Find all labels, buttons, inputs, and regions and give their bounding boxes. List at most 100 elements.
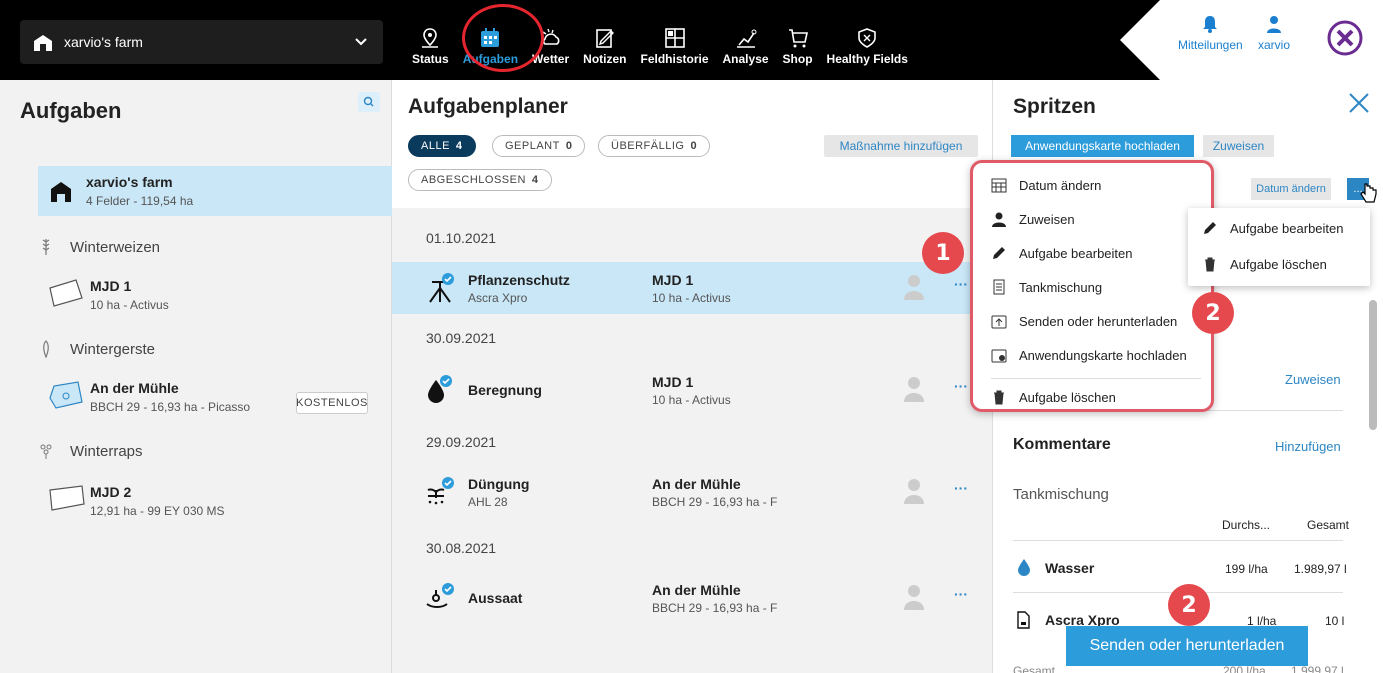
menu-change-date[interactable]: Datum ändern — [991, 177, 1101, 193]
menu-delete-task[interactable]: Aufgabe löschen — [991, 389, 1116, 405]
seeding-icon — [426, 583, 454, 608]
menu-item-label: Tankmischung — [1019, 279, 1103, 295]
sidebar-farm-item[interactable]: xarvio's farm 4 Felder - 119,54 ha — [38, 166, 392, 216]
crop-winterraps: Winterraps — [38, 442, 143, 460]
task-more-button[interactable]: ··· — [954, 586, 968, 602]
farm-detail: 4 Felder - 119,54 ha — [86, 194, 194, 208]
nav-analyse[interactable]: Analyse — [716, 10, 776, 66]
notifications-button[interactable]: Mitteilungen — [1178, 14, 1243, 52]
water-drop-icon — [1018, 559, 1030, 576]
menu-item-label: Aufgabe bearbeiten — [1019, 245, 1133, 261]
notifications-label: Mitteilungen — [1178, 38, 1243, 52]
add-measure-button[interactable]: Maßnahme hinzufügen — [824, 135, 978, 157]
task-more-button[interactable]: ··· — [954, 378, 968, 394]
assign-button[interactable]: Zuweisen — [1203, 135, 1274, 157]
menu-upload-map[interactable]: Anwendungskarte hochladen — [991, 347, 1187, 363]
tank-mix-title: Tankmischung — [1013, 486, 1109, 503]
mix-item-total: 1.989,97 l — [1294, 562, 1347, 576]
task-field-detail: 10 ha - Activus — [652, 291, 731, 305]
filter-overdue[interactable]: ÜBERFÄLLIG 0 — [598, 135, 711, 157]
user-button[interactable]: xarvio — [1258, 14, 1290, 52]
menu-item-label: Zuweisen — [1019, 211, 1075, 227]
sprayer-icon — [429, 273, 454, 303]
menu-item-label: Anwendungskarte hochladen — [1019, 347, 1187, 363]
annotation-number-2: 2 — [1192, 292, 1234, 334]
task-field: MJD 1 — [652, 272, 694, 288]
sidebar-title: Aufgaben — [20, 98, 122, 123]
top-bar: xarvio's farm Status Aufgaben Wetter Not… — [0, 0, 1383, 80]
nav-notizen[interactable]: Notizen — [576, 10, 633, 66]
task-more-button[interactable]: ··· — [954, 276, 968, 292]
planner-title: Aufgabenplaner — [408, 95, 568, 118]
menu-delete-task[interactable]: Aufgabe löschen — [1202, 256, 1327, 272]
upload-map-button[interactable]: Anwendungskarte hochladen — [1011, 135, 1194, 157]
rapeseed-icon — [40, 444, 52, 459]
annotation-number-2-bottom: 2 — [1168, 584, 1210, 626]
change-date-button[interactable]: Datum ändern — [1251, 178, 1331, 200]
annotation-circle — [462, 4, 544, 72]
crop-label: Winterweizen — [70, 238, 161, 256]
crop-wintergerste: Wintergerste — [38, 340, 155, 358]
task-more-button[interactable]: ··· — [954, 480, 968, 496]
field-shape-icon — [49, 279, 83, 307]
field-detail: 12,91 ha - 99 EY 030 MS — [90, 504, 225, 518]
scrollbar[interactable] — [1369, 300, 1377, 430]
barley-icon — [43, 340, 49, 358]
task-date: 30.09.2021 — [426, 330, 497, 346]
task-row[interactable]: Aussaat An der Mühle BBCH 29 - 16,93 ha … — [392, 572, 992, 624]
nav-status[interactable]: Status — [405, 10, 456, 66]
nav-healthy-fields[interactable]: Healthy Fields — [820, 10, 915, 66]
nav-shop[interactable]: Shop — [776, 10, 820, 66]
task-name: Beregnung — [468, 382, 542, 398]
chip-count: 0 — [690, 140, 698, 152]
column-total-header: Gesamt — [1307, 518, 1350, 532]
nav-shop-label: Shop — [782, 52, 813, 66]
menu-edit-task[interactable]: Aufgabe bearbeiten — [991, 245, 1132, 261]
assignee-avatar-icon — [904, 377, 924, 402]
menu-send-download[interactable]: Senden oder herunterladen — [991, 313, 1177, 329]
assign-link[interactable]: Zuweisen — [1285, 372, 1341, 387]
filter-all[interactable]: ALLE 4 — [408, 135, 476, 157]
mix-item-total: 10 l — [1325, 614, 1345, 628]
farm-selector[interactable]: xarvio's farm — [20, 20, 383, 64]
menu-divider — [991, 378, 1201, 379]
sidebar: Aufgaben xarvio's farm 4 Felder - 119,54… — [0, 80, 392, 673]
task-row[interactable]: Beregnung MJD 1 10 ha - Activus ··· — [392, 364, 992, 416]
task-row[interactable]: Pflanzenschutz Ascra Xpro MJD 1 10 ha - … — [392, 262, 992, 314]
menu-edit-task[interactable]: Aufgabe bearbeiten — [1202, 220, 1343, 236]
menu-item-label: Aufgabe bearbeiten — [1230, 220, 1344, 236]
field-name: MJD 1 — [90, 278, 132, 294]
search-button[interactable] — [358, 92, 380, 112]
close-icon[interactable] — [1348, 92, 1370, 114]
menu-tank-mix[interactable]: Tankmischung — [991, 279, 1102, 295]
annotation-number-1: 1 — [922, 232, 964, 274]
more-options-menu: Aufgabe bearbeiten Aufgabe löschen — [1188, 208, 1370, 286]
nav-feldhistorie-label: Feldhistorie — [640, 52, 709, 66]
task-field: An der Mühle — [652, 582, 741, 598]
nav-analyse-label: Analyse — [722, 52, 769, 66]
chip-count: 4 — [531, 174, 539, 186]
filter-planned[interactable]: GEPLANT 0 — [492, 135, 586, 157]
task-field-detail: BBCH 29 - 16,93 ha - F — [652, 601, 778, 615]
location-pin-icon — [422, 28, 439, 48]
chip-count: 0 — [565, 140, 573, 152]
menu-item-label: Datum ändern — [1019, 177, 1102, 193]
field-name: MJD 2 — [90, 484, 132, 500]
chip-label: GEPLANT — [505, 140, 560, 152]
filter-completed[interactable]: ABGESCHLOSSEN 4 — [408, 169, 552, 191]
send-download-button[interactable]: Senden oder herunterladen — [1066, 626, 1308, 666]
mix-item-name: Wasser — [1045, 560, 1095, 576]
mix-item-rate: 199 l/ha — [1225, 562, 1268, 576]
nav-feldhistorie[interactable]: Feldhistorie — [634, 10, 716, 66]
xarvio-logo-icon[interactable] — [1327, 20, 1363, 56]
upload-map-icon — [991, 349, 1007, 363]
farm-selector-label: xarvio's farm — [64, 34, 143, 50]
chip-label: ABGESCHLOSSEN — [421, 174, 526, 186]
field-history-icon — [664, 28, 685, 48]
task-row[interactable]: Düngung AHL 28 An der Mühle BBCH 29 - 16… — [392, 466, 992, 518]
menu-assign[interactable]: Zuweisen — [991, 211, 1075, 227]
task-list: 01.10.2021 Pflanzenschutz Ascra Xpro MJD… — [392, 208, 992, 673]
bell-icon — [1203, 16, 1218, 33]
add-comment-link[interactable]: Hinzufügen — [1275, 439, 1341, 454]
field-name: An der Mühle — [90, 380, 179, 396]
